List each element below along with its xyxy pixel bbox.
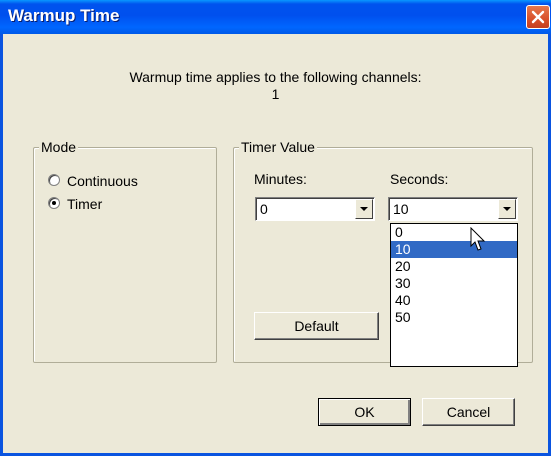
mode-group-legend: Mode — [39, 139, 79, 155]
seconds-label: Seconds: — [390, 171, 449, 187]
seconds-combobox[interactable]: 10 — [388, 197, 518, 221]
title-bar[interactable]: Warmup Time — [0, 0, 551, 34]
ok-button[interactable]: OK — [318, 398, 411, 426]
close-icon — [531, 10, 545, 24]
seconds-dropdown-list[interactable]: 0 10 20 30 40 50 — [390, 223, 518, 367]
info-text: Warmup time applies to the following cha… — [129, 69, 422, 85]
dialog-window: Warmup Time Warmup time applies to the f… — [0, 0, 551, 456]
mouse-cursor-icon — [470, 227, 486, 251]
cancel-button[interactable]: Cancel — [422, 398, 515, 426]
timer-radio[interactable] — [48, 197, 60, 209]
minutes-value: 0 — [260, 201, 268, 217]
minutes-label: Minutes: — [254, 171, 307, 187]
window-title: Warmup Time — [8, 6, 120, 25]
timer-label[interactable]: Timer — [67, 196, 102, 212]
channel-list: 1 — [271, 86, 280, 102]
list-item[interactable]: 20 — [391, 258, 517, 275]
timer-value-legend: Timer Value — [239, 139, 317, 155]
close-button[interactable] — [526, 5, 550, 29]
seconds-dropdown-arrow-icon[interactable] — [498, 199, 516, 219]
list-item-selected[interactable]: 10 — [391, 241, 517, 258]
continuous-radio[interactable] — [48, 174, 60, 186]
list-item[interactable]: 30 — [391, 275, 517, 292]
list-item[interactable]: 0 — [391, 224, 517, 241]
list-item[interactable]: 50 — [391, 309, 517, 326]
continuous-label[interactable]: Continuous — [67, 173, 138, 189]
seconds-value: 10 — [393, 201, 409, 217]
dialog-client-area: Warmup time applies to the following cha… — [3, 34, 548, 453]
radio-selected-dot — [52, 201, 56, 205]
minutes-dropdown-arrow-icon[interactable] — [355, 199, 373, 219]
minutes-combobox[interactable]: 0 — [255, 197, 375, 221]
default-button[interactable]: Default — [254, 312, 379, 340]
list-item[interactable]: 40 — [391, 292, 517, 309]
